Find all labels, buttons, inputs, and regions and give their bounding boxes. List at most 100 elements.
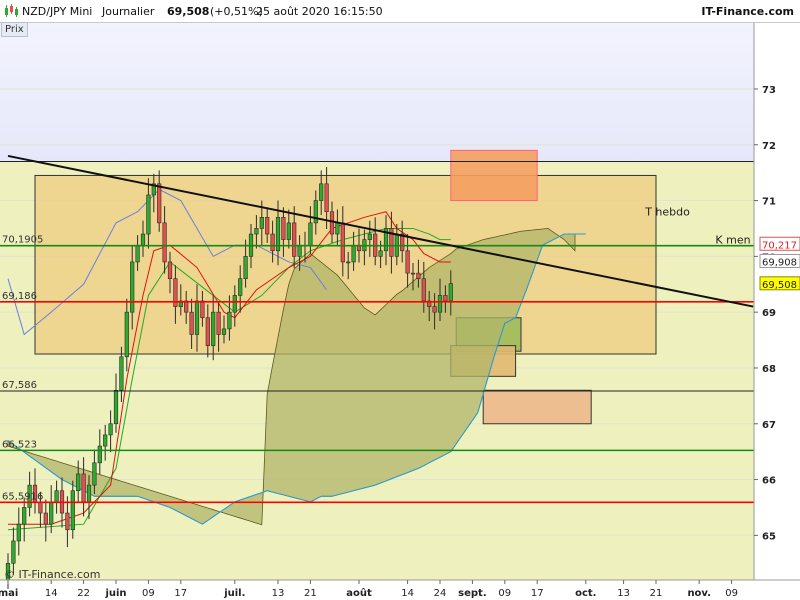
brand-name[interactable]: IT-Finance.com [701, 5, 794, 18]
upper-background [0, 22, 754, 162]
last-price: 69,508 [167, 5, 210, 18]
x-tick-label: juin [104, 588, 126, 599]
candle-body [281, 217, 286, 240]
chart-header: NZD/JPY Mini Journalier 69,508 (+0,51%) … [0, 0, 800, 23]
x-tick-label: sept. [458, 588, 486, 599]
chart-annotation: T hebdo [644, 206, 690, 219]
x-tick-label: 13 [272, 588, 285, 599]
timeframe-label: Journalier [102, 5, 155, 18]
level-label: 70,1905 [2, 235, 43, 246]
candle-body [421, 278, 426, 302]
candle-body [410, 272, 416, 275]
candle-body [184, 300, 189, 313]
panel-tab-prix[interactable]: Prix [1, 22, 28, 37]
candle-body [167, 261, 173, 279]
y-tick-label: 69 [762, 308, 776, 319]
candle-body [49, 501, 54, 525]
candle-body [346, 261, 351, 264]
candle-body [448, 283, 453, 302]
price-tag-label: 69,508 [762, 280, 797, 291]
x-tick-label: 17 [531, 588, 544, 599]
candle-body [405, 250, 410, 274]
candle-body [319, 183, 324, 201]
x-tick-label: 17 [174, 588, 187, 599]
candle-body [313, 200, 318, 224]
x-tick-label: 14 [45, 588, 58, 599]
x-tick-label: 22 [77, 588, 90, 599]
x-tick-label: 09 [142, 588, 155, 599]
level-label: 69,186 [2, 291, 37, 302]
x-tick-label: 21 [304, 588, 317, 599]
candle-body [259, 217, 264, 229]
candle-body [227, 311, 232, 330]
timestamp: 25 août 2020 16:15:50 [256, 5, 383, 18]
candle-body [221, 328, 227, 335]
candle-body [324, 183, 329, 213]
candle-body [194, 300, 200, 335]
candle-body [200, 300, 205, 319]
x-tick-label: 24 [434, 588, 447, 599]
candle-body [92, 462, 97, 486]
x-tick-label: oct. [575, 588, 596, 599]
x-tick-label: mai [0, 588, 18, 599]
symbol-label: NZD/JPY Mini [22, 5, 93, 18]
candle-body [254, 228, 259, 235]
candle-body [378, 250, 383, 257]
candle-body [308, 222, 313, 246]
candle-body [97, 445, 102, 464]
candle-body [124, 311, 129, 358]
x-tick-label: 13 [617, 588, 630, 599]
candle-body [238, 278, 243, 296]
candle-body [367, 233, 372, 240]
y-tick-label: 66 [762, 476, 776, 487]
candle-body [443, 295, 448, 302]
x-tick-label: 09 [498, 588, 511, 599]
candle-body [286, 222, 291, 240]
y-tick-label: 72 [762, 141, 776, 152]
candle-body [70, 490, 75, 531]
candlestick-chart-icon [5, 4, 18, 17]
x-tick-label: août [346, 587, 372, 599]
candle-body [119, 356, 124, 391]
candle-body [157, 183, 162, 224]
candle-body [146, 194, 151, 235]
level-label: 66,523 [2, 439, 37, 450]
y-tick-label: 65 [762, 531, 776, 542]
x-tick-label: 14 [401, 588, 414, 599]
candle-body [140, 233, 146, 246]
candle-body [113, 389, 119, 425]
candle-body [189, 311, 194, 335]
x-tick-label: nov. [687, 588, 711, 599]
watermark: © IT-Finance.com [4, 568, 101, 581]
y-tick-label: 73 [762, 85, 776, 96]
candle-body [329, 211, 335, 235]
candle-body [108, 423, 113, 436]
candle-body [432, 306, 437, 313]
candle-body [437, 295, 443, 313]
candle-body [38, 501, 43, 514]
candle-body [340, 222, 345, 263]
y-tick-label: 67 [762, 420, 776, 431]
x-tick-label: 21 [650, 588, 663, 599]
candle-body [11, 540, 16, 564]
y-axis-background [754, 22, 800, 580]
price-change: (+0,51%) [210, 5, 263, 18]
candle-body [270, 233, 275, 252]
level-label: 67,586 [2, 380, 37, 391]
candle-body [76, 473, 81, 492]
candle-body [81, 473, 86, 503]
candle-body [335, 222, 340, 235]
upper-target-zone [450, 149, 538, 202]
candle-body [135, 244, 140, 263]
candle-body [103, 434, 108, 447]
candle-body [216, 311, 221, 335]
bottom-target-zone [482, 389, 592, 425]
candle-body [162, 222, 167, 263]
x-tick-label: juil. [223, 588, 245, 599]
price-tag-label: 69,908 [762, 257, 797, 268]
level-label: 65,5916 [2, 491, 43, 502]
candle-body [351, 244, 356, 263]
y-tick-label: 71 [762, 197, 776, 208]
candle-body [16, 523, 21, 542]
candle-body [232, 295, 237, 313]
